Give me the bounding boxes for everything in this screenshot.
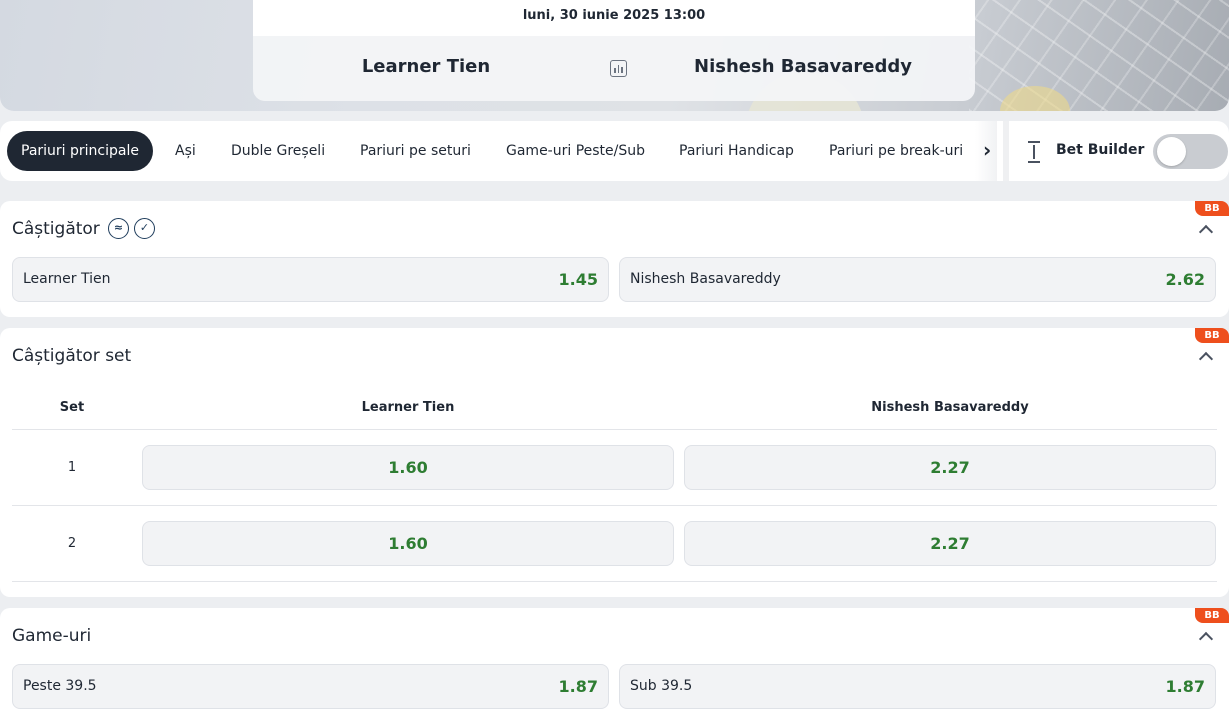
column-header-home: Learner Tien [361,400,455,415]
outcome-label: Peste 39.5 [23,678,97,694]
divider [12,429,1217,430]
outcome-label: Sub 39.5 [630,678,693,694]
tab-pariuri-pe-seturi[interactable]: Pariuri pe seturi [360,131,471,171]
tab-game-uri-peste-sub[interactable]: Game-uri Peste/Sub [506,131,645,171]
tab-pariuri-handicap[interactable]: Pariuri Handicap [679,131,794,171]
outcome-odd: 1.87 [1165,677,1205,696]
set-odd-button[interactable]: 1.60 [142,521,674,566]
match-hero-banner: luni, 30 iunie 2025 13:00 Learner Tien N… [0,0,1229,111]
outcome-button[interactable]: Sub 39.5 1.87 [619,664,1216,709]
bet-builder-label: Bet Builder [1056,142,1145,158]
divider [12,581,1217,582]
market-tabs-bar: Pariuri principale Ași Duble Greșeli Par… [0,121,1229,181]
bb-badge: BB [1195,328,1229,343]
early-payout-icon: ✓ [134,218,155,239]
bet-builder-zone: Bet Builder [1003,121,1229,181]
outcome-button[interactable]: Learner Tien 1.45 [12,257,609,302]
home-player-name: Learner Tien [361,56,491,77]
match-teams: Learner Tien Nishesh Basavareddy [253,36,975,101]
chevron-right-icon[interactable]: › [983,138,1003,162]
column-header-away: Nishesh Basavareddy [871,400,1029,415]
set-odd-button[interactable]: 2.27 [684,521,1216,566]
set-number: 2 [67,536,77,551]
market-set-winner: Câștigător set BB Set Learner Tien Nishe… [0,328,1229,597]
away-player-name: Nishesh Basavareddy [694,56,912,77]
live-stream-icon: ≈ [108,218,129,239]
bet-builder-toggle[interactable] [1153,134,1228,169]
outcome-odd: 2.62 [1165,270,1205,289]
tab-duble-greseli[interactable]: Duble Greșeli [231,131,325,171]
tab-pariuri-principale[interactable]: Pariuri principale [7,131,153,171]
chevron-up-icon[interactable] [1198,629,1212,643]
divider [12,505,1217,506]
set-odd-button[interactable]: 1.60 [142,445,674,490]
outcome-label: Learner Tien [23,271,111,287]
market-title: Câștigător [12,219,100,239]
market-games: Game-uri BB Peste 39.5 1.87 Sub 39.5 1.8… [0,608,1229,716]
bb-badge: BB [1195,608,1229,623]
toggle-knob [1157,137,1186,166]
market-title: Game-uri [12,626,92,646]
set-odd-button[interactable]: 2.27 [684,445,1216,490]
tab-asi[interactable]: Ași [175,131,196,171]
outcome-label: Nishesh Basavareddy [630,271,781,287]
chevron-up-icon[interactable] [1198,222,1212,236]
market-winner: Câștigător BB Learner Tien 1.45 Nishesh … [0,201,1229,317]
outcome-odd: 1.45 [558,270,598,289]
tab-pariuri-pe-break-uri[interactable]: Pariuri pe break-uri [829,131,963,171]
outcome-odd: 1.87 [558,677,598,696]
match-card: luni, 30 iunie 2025 13:00 Learner Tien N… [253,0,975,101]
chevron-up-icon[interactable] [1198,349,1212,363]
outcome-button[interactable]: Peste 39.5 1.87 [12,664,609,709]
set-number: 1 [67,460,77,475]
stats-icon[interactable] [610,60,627,77]
expand-vertical-icon [1025,141,1043,163]
column-header-set: Set [59,400,85,415]
match-datetime: luni, 30 iunie 2025 13:00 [253,0,975,36]
bb-badge: BB [1195,201,1229,216]
outcome-button[interactable]: Nishesh Basavareddy 2.62 [619,257,1216,302]
market-title: Câștigător set [12,346,132,366]
